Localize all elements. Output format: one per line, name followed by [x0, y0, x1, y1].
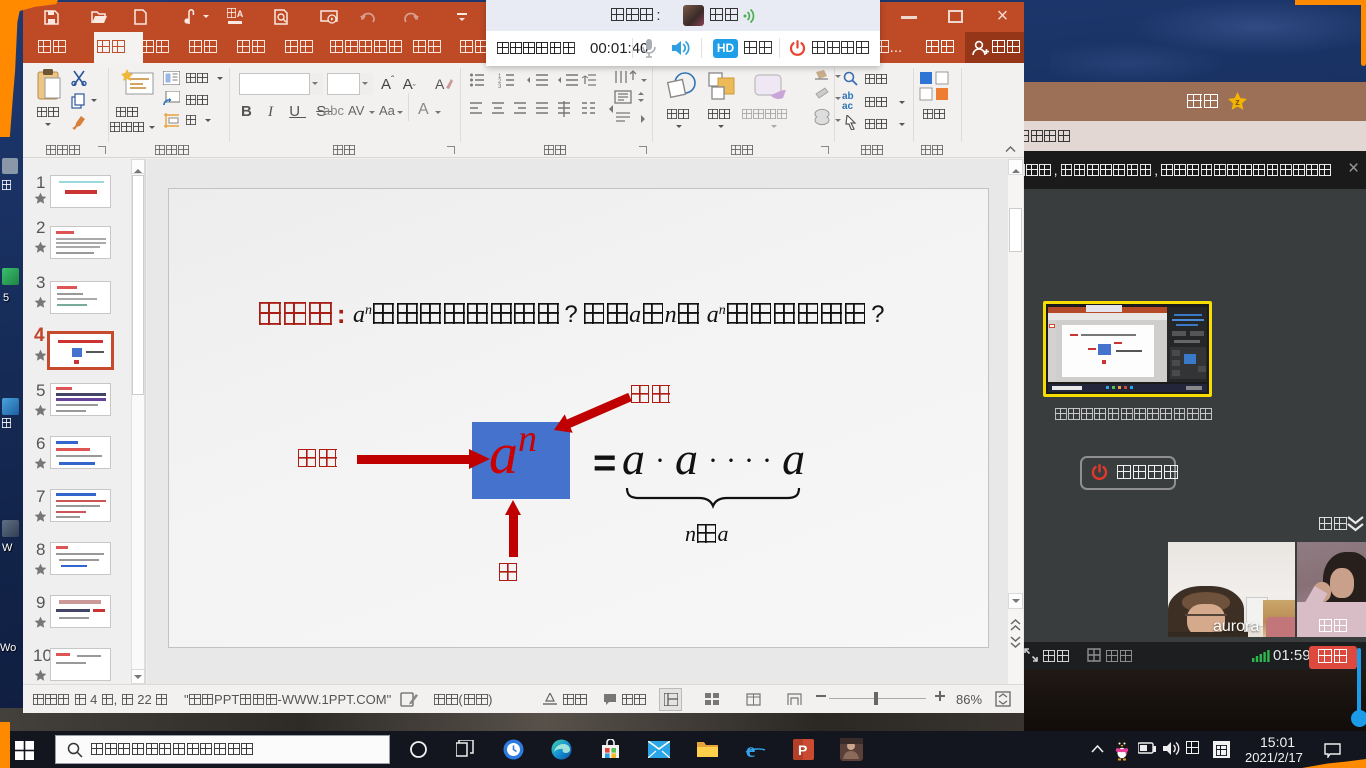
svg-text:z: z	[1235, 97, 1240, 108]
svg-text:3: 3	[498, 84, 502, 89]
svg-text:A: A	[435, 76, 445, 92]
svg-text:P: P	[798, 742, 807, 758]
